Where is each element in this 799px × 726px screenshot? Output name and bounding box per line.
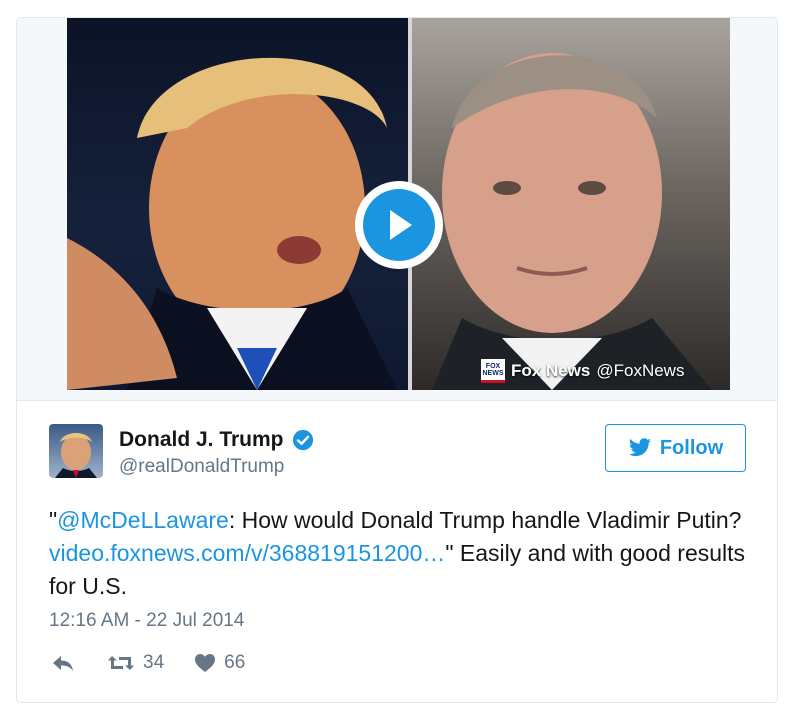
quote-open: " [49,507,58,533]
watermark-handle: @FoxNews [596,361,685,380]
retweet-count: 34 [143,652,165,673]
follow-label: Follow [659,436,724,459]
tweet-timestamp[interactable]: 12:16 AM - 22 Jul 2014 [49,610,244,632]
fox-news-logo: FOX NEWS [481,359,505,383]
like-count: 66 [224,652,246,673]
video-link[interactable]: video.foxnews.com/v/368819151200… [49,540,445,566]
author-info[interactable]: Donald J. Trump @realDonaldTrump [119,428,314,478]
tweet-text: "@McDeLLaware: How would Donald Trump ha… [49,504,749,603]
embedded-tweet-card: FOX NEWS Fox News @FoxNews Donald J. Tru… [16,17,778,703]
video-thumbnail-left [67,18,408,390]
reply-button[interactable] [51,653,75,673]
mention-link[interactable]: @McDeLLaware [57,507,229,533]
tweet-text-part1: : How would Donald Trump handle Vladimir… [228,507,742,533]
video-thumbnail-right [412,18,730,390]
tweet-actions: 34 66 [51,652,245,674]
fox-news-watermark: FOX NEWS Fox News @FoxNews [481,358,684,384]
twitter-bird-icon [628,438,651,457]
avatar[interactable] [49,424,103,478]
like-button[interactable]: 66 [194,652,245,674]
play-icon [390,210,412,240]
watermark-brand: Fox News [511,361,591,380]
play-button[interactable] [355,181,443,269]
follow-button[interactable]: Follow [605,424,746,472]
heart-icon [195,654,216,672]
video-media[interactable]: FOX NEWS Fox News @FoxNews [17,18,777,401]
display-name[interactable]: Donald J. Trump [119,428,284,452]
reply-icon [53,656,73,671]
retweet-icon [108,656,134,670]
verified-icon [292,429,313,451]
retweet-button[interactable]: 34 [107,652,164,674]
screen-name[interactable]: @realDonaldTrump [119,456,314,478]
